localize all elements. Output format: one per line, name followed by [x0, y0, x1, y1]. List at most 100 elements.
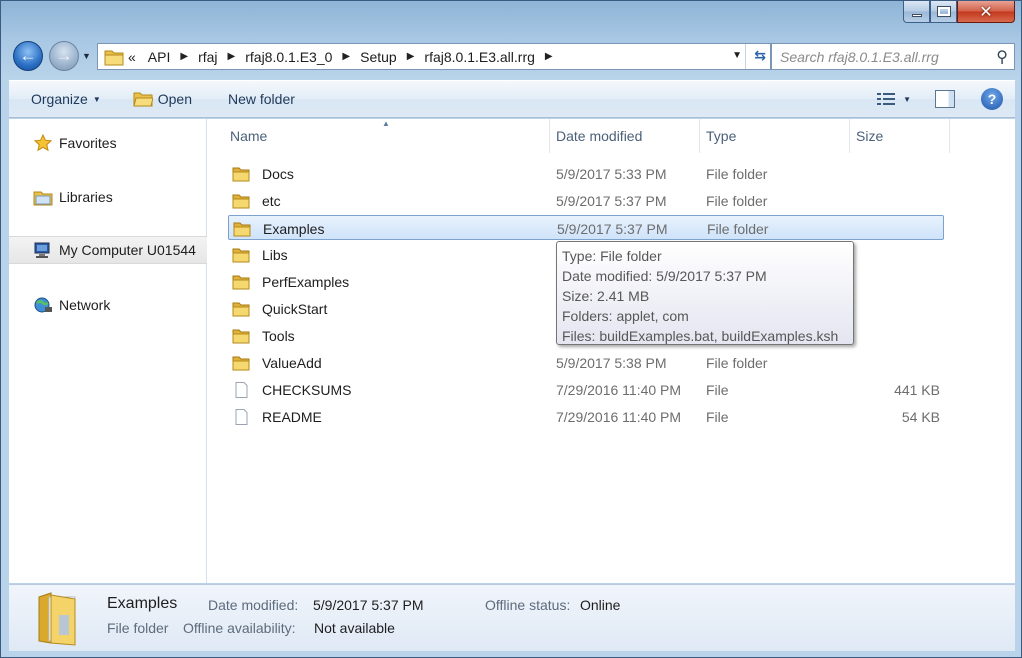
file-row[interactable]: CHECKSUMS 7/29/2016 11:40 PM File 441 KB [228, 377, 944, 402]
change-view-icon[interactable] [877, 92, 896, 106]
new-folder-label: New folder [227, 91, 295, 107]
search-input[interactable]: Search rfaj8.0.1.E3.all.rrg ⚲ [771, 43, 1015, 70]
organize-button[interactable]: Organize ▼ [9, 81, 113, 117]
forward-button[interactable]: → [49, 41, 79, 71]
breadcrumb-chevron-icon[interactable]: ▶ [180, 51, 188, 62]
open-button[interactable]: Open [113, 81, 204, 117]
breadcrumb-chevron-icon[interactable]: ▶ [228, 51, 236, 62]
file-name: CHECKSUMS [262, 381, 352, 398]
folder-icon [228, 247, 262, 263]
column-header-date[interactable]: Date modified [550, 119, 700, 153]
file-date: 5/9/2017 5:37 PM [556, 192, 667, 209]
breadcrumb-item[interactable]: Setup ▶ [360, 49, 420, 65]
maximize-button[interactable] [930, 1, 957, 23]
search-placeholder: Search rfaj8.0.1.E3.all.rrg [780, 48, 939, 65]
breadcrumb-label: rfaj8.0.1.E3.all.rrg [424, 48, 535, 65]
star-icon [33, 134, 53, 152]
file-row[interactable]: Examples 5/9/2017 5:37 PM File folder [228, 215, 944, 240]
file-row[interactable]: ValueAdd 5/9/2017 5:38 PM File folder [228, 350, 944, 375]
breadcrumb-item[interactable]: rfaj8.0.1.E3.all.rrg ▶ [424, 49, 558, 65]
file-name: Docs [262, 165, 294, 182]
sidebar-item-my-computer[interactable]: My Computer U01544 [9, 236, 207, 264]
sidebar-item-label: My Computer U01544 [59, 242, 196, 258]
view-dropdown-icon[interactable]: ▼ [903, 95, 911, 104]
minimize-button[interactable] [903, 1, 930, 23]
breadcrumb-label: « [128, 48, 136, 65]
preview-pane-icon[interactable] [935, 90, 955, 108]
folder-icon [228, 166, 262, 182]
file-name-cell: CHECKSUMS [228, 377, 351, 402]
file-name: ValueAdd [262, 354, 322, 371]
breadcrumb-item[interactable]: rfaj8.0.1.E3_0 ▶ [245, 49, 356, 65]
command-bar: Organize ▼ Open New folder ▼ ? [9, 80, 1015, 118]
column-headers: Name ▲ Date modified Type Size [208, 119, 1015, 153]
sidebar-item-label: Libraries [59, 189, 113, 205]
close-icon: ✕ [979, 2, 993, 21]
sidebar-item-network[interactable]: Network [9, 291, 207, 319]
sidebar-item-favorites[interactable]: Favorites [9, 129, 207, 157]
file-type: File folder [706, 192, 768, 209]
breadcrumb-chevron-icon[interactable]: ▶ [342, 51, 350, 62]
column-header-type[interactable]: Type [700, 119, 850, 153]
address-bar[interactable]: «API ▶ rfaj ▶ rfaj8.0.1.E3_0 ▶ Setup ▶ rfaj8.0.1… [97, 43, 771, 70]
sidebar-item-libraries[interactable]: Libraries [9, 183, 207, 211]
recent-pages-dropdown[interactable]: ▼ [82, 51, 91, 61]
sort-ascending-icon: ▲ [382, 119, 390, 128]
file-name: etc [262, 192, 281, 209]
breadcrumb-label: rfaj8.0.1.E3_0 [245, 48, 333, 65]
file-name-cell: Docs [228, 161, 294, 186]
file-name: README [262, 408, 322, 425]
navigation-bar: ← → ▼ «API ▶ rfaj ▶ rfaj8.0.1.E3_0 ▶ Setup ▶ rfa… [9, 39, 1015, 73]
file-name: QuickStart [262, 300, 328, 317]
file-name-cell: QuickStart [228, 296, 327, 321]
column-label: Type [706, 128, 737, 144]
caption-buttons: ✕ [903, 1, 1015, 23]
breadcrumb-chevron-icon[interactable]: ▶ [545, 51, 553, 62]
forward-arrow-icon: → [55, 46, 73, 65]
file-name-cell: etc [228, 188, 281, 213]
file-icon [228, 381, 262, 398]
offline-status-label: Offline status: [485, 597, 571, 613]
file-row[interactable]: etc 5/9/2017 5:37 PM File folder [228, 188, 944, 213]
navigation-pane: Favorites Libraries My Computer U01544 N… [9, 119, 207, 583]
breadcrumb-label: Setup [360, 48, 397, 65]
address-dropdown-icon[interactable]: ▼ [732, 50, 742, 61]
file-date: 5/9/2017 5:33 PM [556, 165, 667, 182]
column-header-size[interactable]: Size [850, 119, 950, 153]
tooltip-line: Size: 2.41 MB [562, 288, 650, 304]
file-name: Libs [262, 246, 288, 263]
file-name-cell: PerfExamples [228, 269, 349, 294]
view-controls: ▼ ? [877, 81, 1015, 117]
close-button[interactable]: ✕ [957, 1, 1015, 23]
date-modified-value: 5/9/2017 5:37 PM [313, 597, 424, 613]
new-folder-button[interactable]: New folder [204, 81, 307, 117]
search-icon[interactable]: ⚲ [996, 47, 1008, 67]
breadcrumb-label: API [147, 48, 171, 65]
content-area: Favorites Libraries My Computer U01544 N… [9, 119, 1015, 583]
file-type: File folder [706, 354, 768, 371]
file-date: 7/29/2016 11:40 PM [556, 408, 682, 425]
tooltip-line: Folders: applet, com [562, 308, 689, 324]
breadcrumb-item[interactable]: rfaj ▶ [198, 49, 241, 65]
file-size [848, 350, 940, 375]
breadcrumb-chevron-icon[interactable]: ▶ [407, 51, 415, 62]
help-icon[interactable]: ? [981, 88, 1003, 110]
file-row[interactable]: Docs 5/9/2017 5:33 PM File folder [228, 161, 944, 186]
back-button[interactable]: ← [13, 41, 43, 71]
file-name: Tools [262, 327, 295, 344]
refresh-icon[interactable]: ⇆ [754, 47, 766, 64]
minimize-icon [911, 14, 922, 17]
file-date: 5/9/2017 5:37 PM [557, 220, 668, 237]
breadcrumb-item[interactable]: « [128, 49, 136, 65]
selected-item-name: Examples [107, 595, 178, 612]
date-modified-label: Date modified: [208, 597, 299, 613]
folder-icon [229, 221, 263, 237]
open-folder-icon [133, 92, 153, 107]
selected-item-type: File folder [107, 620, 169, 636]
file-list: Name ▲ Date modified Type Size Docs 5/9/2… [208, 119, 1015, 583]
column-label: Date modified [556, 128, 643, 144]
file-size: 54 KB [901, 408, 940, 425]
file-size [848, 161, 940, 186]
file-row[interactable]: README 7/29/2016 11:40 PM File 54 KB [228, 404, 944, 429]
breadcrumb-item[interactable]: API ▶ [148, 49, 194, 65]
